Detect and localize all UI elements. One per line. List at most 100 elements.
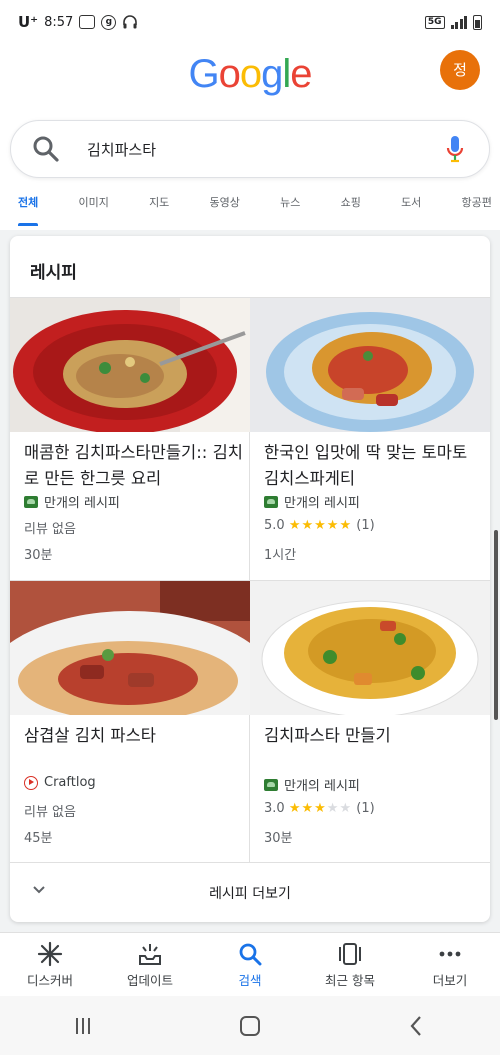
microphone-icon[interactable]: [445, 134, 465, 164]
google-logo[interactable]: Google: [0, 52, 500, 97]
rating: 5.0 ★★★★★ (1): [264, 518, 375, 533]
network-badge: 5G: [424, 15, 445, 29]
nav-label: 디스커버: [26, 973, 73, 988]
search-tabs: 전체 이미지 지도 동영상 뉴스 쇼핑 도서 항공편: [0, 190, 500, 226]
more-recipes-label: 레시피 더보기: [209, 885, 291, 902]
system-nav-bar: [0, 996, 500, 1055]
star-icon: ★: [288, 801, 302, 816]
star-icon: ★: [314, 518, 327, 533]
recipes-card: 레시피 매콤한 김치파스타만들기:: 김치로 만든 한그릇 요리 만개의 레시피…: [10, 236, 490, 922]
source-label: 만개의 레시피: [284, 779, 360, 794]
recipe-card[interactable]: 삼겹살 김치 파스타 Craftlog 리뷰 없음 45분: [10, 580, 250, 863]
recipe-image: [10, 298, 250, 432]
star-icon: ★: [301, 518, 315, 533]
nav-updates[interactable]: 업데이트: [100, 933, 200, 996]
nav-label: 최근 항목: [325, 973, 375, 988]
chevron-down-icon: [33, 886, 45, 894]
recipe-card[interactable]: 김치파스타 만들기 만개의 레시피 3.0 ★★★★★ (1) 30분: [250, 580, 490, 863]
play-icon: [24, 775, 38, 790]
nav-label: 검색: [238, 973, 262, 988]
g-icon: g: [101, 14, 117, 30]
recent-apps-icon[interactable]: [70, 1013, 96, 1039]
more-icon: [439, 951, 461, 957]
nav-more[interactable]: 더보기: [400, 933, 500, 996]
recipe-source: 만개의 레시피: [24, 492, 120, 511]
star-rating: ★★★★★: [289, 801, 352, 816]
recipe-card[interactable]: 매콤한 김치파스타만들기:: 김치로 만든 한그릇 요리 만개의 레시피 리뷰 …: [10, 297, 250, 580]
nav-recent[interactable]: 최근 항목: [300, 933, 400, 996]
recipe-title[interactable]: 한국인 입맛에 딱 맞는 토마토 김치스파게티: [264, 440, 484, 492]
cook-time: 1시간: [264, 548, 297, 563]
search-header: Google 정 김치파스타 전체 이미지 지도 동영상 뉴스 쇼핑 도서 항공…: [0, 44, 500, 230]
clock: 8:57: [44, 14, 74, 30]
signal-icon: [450, 15, 467, 29]
review-text: 리뷰 없음: [24, 522, 76, 537]
recipe-title[interactable]: 매콤한 김치파스타만들기:: 김치로 만든 한그릇 요리: [24, 440, 244, 492]
recipe-card[interactable]: 한국인 입맛에 딱 맞는 토마토 김치스파게티 만개의 레시피 5.0 ★★★★…: [250, 297, 490, 580]
review-text: 리뷰 없음: [24, 805, 76, 820]
recipe-title[interactable]: 김치파스타 만들기: [264, 723, 484, 749]
recipes-heading: 레시피: [30, 263, 77, 283]
logo-letter: e: [290, 52, 312, 96]
rating-count: (1): [356, 801, 375, 816]
cook-time: 30분: [264, 831, 293, 846]
rating-value: 5.0: [264, 518, 285, 533]
recipe-title[interactable]: 삼겹살 김치 파스타: [24, 723, 244, 749]
nav-label: 더보기: [432, 973, 468, 988]
recipe-source: 만개의 레시피: [264, 492, 360, 511]
tab-maps[interactable]: 지도: [149, 190, 169, 226]
star-icon: ★: [339, 801, 353, 816]
home-icon[interactable]: [237, 1013, 263, 1039]
recipe-source: Craftlog: [24, 775, 96, 790]
bottom-nav: 디스커버 업데이트 검색 최근 항목 더보기: [0, 932, 500, 996]
back-icon[interactable]: [404, 1013, 430, 1039]
battery-icon: [473, 14, 482, 30]
avatar[interactable]: 정: [440, 50, 480, 90]
tab-all[interactable]: 전체: [18, 190, 39, 226]
more-recipes-button[interactable]: 레시피 더보기: [10, 863, 490, 922]
search-icon: [239, 943, 262, 966]
nav-label: 업데이트: [126, 973, 173, 988]
logo-letter: g: [261, 52, 283, 96]
tab-videos[interactable]: 동영상: [210, 190, 240, 226]
nav-search[interactable]: 검색: [200, 933, 300, 996]
carrier-label: U⁺: [18, 13, 39, 31]
rating-value: 3.0: [264, 801, 285, 816]
recipe-source: 만개의 레시피: [264, 775, 360, 794]
updates-icon: [139, 944, 161, 965]
youtube-icon: [79, 15, 96, 29]
recipe-site-icon: [264, 778, 278, 791]
recent-icon: [339, 943, 361, 965]
star-icon: ★: [288, 518, 302, 533]
recipe-image: [250, 581, 490, 715]
tab-flights[interactable]: 항공편: [462, 190, 492, 226]
rating: 3.0 ★★★★★ (1): [264, 801, 375, 816]
headphones-icon: [123, 15, 138, 29]
logo-letter: o: [239, 52, 262, 96]
star-icon: ★: [314, 801, 327, 816]
tab-books[interactable]: 도서: [401, 190, 421, 226]
star-rating: ★★★★★: [289, 518, 352, 533]
logo-letter: G: [188, 52, 219, 96]
recipe-site-icon: [264, 495, 278, 508]
source-label: 만개의 레시피: [44, 496, 120, 511]
recipe-image: [10, 581, 250, 715]
star-icon: ★: [326, 801, 340, 816]
search-box[interactable]: 김치파스타: [10, 120, 490, 178]
recipe-grid: 매콤한 김치파스타만들기:: 김치로 만든 한그릇 요리 만개의 레시피 리뷰 …: [10, 297, 490, 863]
rating-count: (1): [356, 518, 375, 533]
search-input[interactable]: 김치파스타: [87, 139, 445, 160]
tab-images[interactable]: 이미지: [78, 190, 108, 226]
source-label: Craftlog: [44, 775, 96, 790]
search-icon[interactable]: [31, 134, 61, 164]
cook-time: 30분: [24, 548, 53, 563]
star-icon: ★: [339, 518, 353, 533]
scrollbar[interactable]: [494, 530, 498, 720]
tab-shopping[interactable]: 쇼핑: [341, 190, 361, 226]
discover-icon: [37, 941, 63, 967]
star-icon: ★: [326, 518, 340, 533]
status-bar: U⁺ 8:57 g 5G: [0, 0, 500, 44]
tab-news[interactable]: 뉴스: [280, 190, 300, 226]
cook-time: 45분: [24, 831, 53, 846]
nav-discover[interactable]: 디스커버: [0, 933, 100, 996]
